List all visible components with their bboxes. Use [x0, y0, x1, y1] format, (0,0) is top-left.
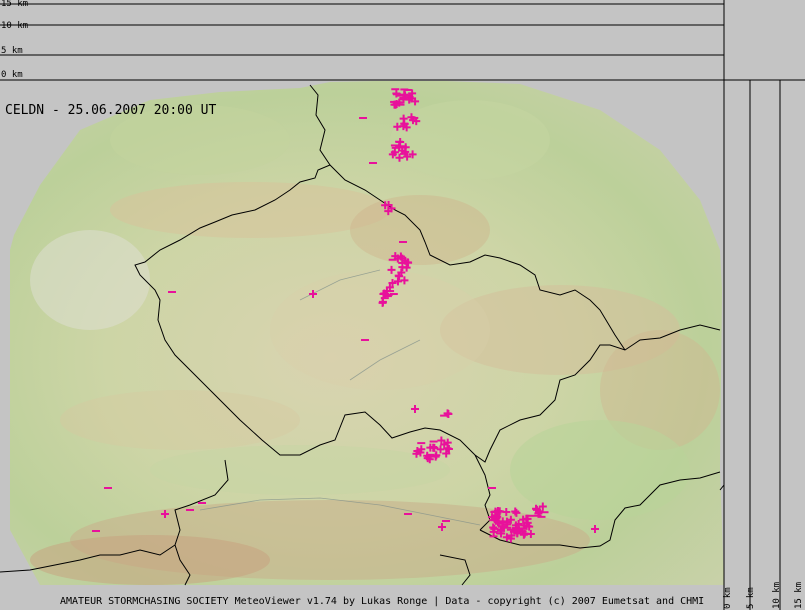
alt-label-5km: 5 km	[1, 46, 23, 56]
alt-label-10km: 10 km	[1, 21, 29, 31]
alt-right-label-15km: 15 km	[794, 581, 804, 609]
lightning-map-viewer: 15 km 10 km 5 km 0 km 0 km 5 km 10 km 15…	[0, 0, 805, 610]
alt-right-label-5km: 5 km	[746, 587, 756, 609]
alt-right-label-10km: 10 km	[772, 581, 782, 609]
credits-footer: AMATEUR STORMCHASING SOCIETY MeteoViewer…	[60, 596, 705, 607]
altitude-panel-top	[0, 0, 724, 81]
altitude-scale-right	[724, 0, 805, 610]
map-canvas	[0, 0, 805, 610]
map-title: CELDN - 25.06.2007 20:00 UT	[5, 103, 217, 118]
altitude-panel-right	[724, 0, 805, 610]
alt-label-15km: 15 km	[1, 0, 29, 9]
alt-right-label-0km: 0 km	[723, 587, 733, 609]
altitude-scale-top	[0, 0, 724, 81]
alt-label-0km: 0 km	[1, 70, 23, 80]
